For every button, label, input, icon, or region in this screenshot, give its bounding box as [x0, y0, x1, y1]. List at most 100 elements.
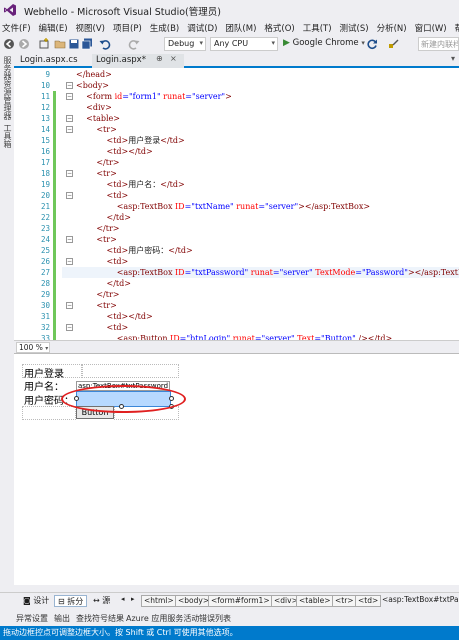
pin-icon[interactable]: ⊕ — [156, 54, 163, 63]
tab-overflow-chevron-icon[interactable]: ▾ — [451, 54, 455, 63]
code-line[interactable]: 22 </td> — [14, 212, 459, 223]
save-icon[interactable] — [68, 38, 80, 50]
breadcrumb-textbox[interactable]: <asp:TextBox#txtPas — [380, 595, 459, 607]
split-view-button[interactable]: ⊟ 拆分 — [54, 595, 88, 607]
menu-format[interactable]: 格式(O) — [260, 20, 298, 36]
breadcrumb-form[interactable]: <form#form1> — [208, 595, 273, 607]
refresh-icon[interactable] — [366, 38, 378, 50]
menu-tools[interactable]: 工具(T) — [299, 20, 336, 36]
zoom-level-dropdown[interactable]: 100 % ▾ — [16, 342, 50, 353]
code-line[interactable]: 30 − <tr> — [14, 300, 459, 311]
change-marker — [53, 333, 56, 340]
source-view-button[interactable]: ↔ 源 — [90, 595, 113, 607]
code-line[interactable]: 16 <td></td> — [14, 146, 459, 157]
code-line[interactable]: 10 − <body> — [14, 80, 459, 91]
menu-build[interactable]: 生成(B) — [146, 20, 183, 36]
menu-help[interactable]: 帮 — [451, 20, 459, 36]
left-tool-strip: 服务器资源管理器 工具箱 — [0, 52, 14, 612]
code-line[interactable]: 26 − <td> — [14, 256, 459, 267]
design-view-button[interactable]: ◙ 设计 — [20, 595, 52, 607]
code-line[interactable]: 27 <asp:TextBox ID="txtPassword" runat="… — [14, 267, 459, 278]
crumb-back-icon[interactable]: ◂ — [118, 595, 128, 607]
new-project-icon[interactable] — [38, 38, 50, 50]
fold-toggle-icon[interactable]: − — [66, 126, 73, 133]
menu-test[interactable]: 测试(S) — [336, 20, 373, 36]
code-line[interactable]: 12 <div> — [14, 102, 459, 113]
fold-toggle-icon[interactable]: − — [66, 192, 73, 199]
code-line[interactable]: 11− <form id="form1" runat="server"> — [14, 91, 459, 102]
crumb-forward-icon[interactable]: ▸ — [128, 595, 138, 607]
line-number: 11 — [40, 92, 50, 101]
breadcrumb-td[interactable]: <td> — [355, 595, 382, 607]
fold-toggle-icon[interactable]: − — [66, 170, 73, 177]
undo-icon[interactable] — [99, 38, 111, 50]
code-line[interactable]: 23 </tr> — [14, 223, 459, 234]
menu-team[interactable]: 团队(M) — [221, 20, 260, 36]
save-all-icon[interactable] — [81, 38, 93, 50]
solution-configuration-dropdown[interactable]: Debug ▾ — [164, 37, 206, 51]
code-line[interactable]: 29 </tr> — [14, 289, 459, 300]
code-line[interactable]: 21 <asp:TextBox ID="txtName" runat="serv… — [14, 201, 459, 212]
code-line[interactable]: 32 − <td> — [14, 322, 459, 333]
breadcrumb-tr[interactable]: <tr> — [332, 595, 357, 607]
code-line[interactable]: 19 <td>用户名：</td> — [14, 179, 459, 190]
tab-exception-settings[interactable]: 异常设置 — [16, 613, 48, 624]
code-line[interactable]: 33 <asp:Button ID="btnLogin" runat="serv… — [14, 333, 459, 340]
code-line[interactable]: 25 <td>用户密码：</td> — [14, 245, 459, 256]
start-debugging-button[interactable]: ▶ Google Chrome ▾ — [283, 37, 365, 51]
forward-icon[interactable] — [18, 38, 30, 50]
code-line[interactable]: 17 </tr> — [14, 157, 459, 168]
toolbox-tab[interactable]: 工具箱 — [2, 124, 12, 148]
tab-output[interactable]: 输出 — [54, 613, 70, 624]
menu-edit[interactable]: 编辑(E) — [35, 20, 72, 36]
breadcrumb-table[interactable]: <table> — [296, 595, 334, 607]
code-token: </tr> — [96, 158, 120, 167]
change-marker — [53, 256, 56, 267]
tab-find-symbol-results[interactable]: 查找符号结果 — [76, 613, 124, 624]
menu-project[interactable]: 项目(P) — [109, 20, 146, 36]
code-token: = — [185, 92, 192, 101]
code-token: runat — [233, 202, 259, 211]
fold-toggle-icon[interactable]: − — [66, 302, 73, 309]
fold-toggle-icon[interactable]: − — [66, 115, 73, 122]
tab-login-aspx-cs[interactable]: Login.aspx.cs — [16, 54, 82, 68]
menu-view[interactable]: 视图(V) — [72, 20, 109, 36]
breadcrumb-body[interactable]: <body> — [175, 595, 213, 607]
menu-file[interactable]: 文件(F) — [0, 20, 35, 36]
code-line[interactable]: 13 − <table> — [14, 113, 459, 124]
menu-analyze[interactable]: 分析(N) — [373, 20, 411, 36]
menu-window[interactable]: 窗口(W) — [411, 20, 451, 36]
breadcrumb-html[interactable]: <html> — [141, 595, 177, 607]
quick-launch-input[interactable]: 新建内联样 — [418, 37, 459, 51]
tab-login-aspx[interactable]: Login.aspx* ⊕ × — [92, 54, 184, 68]
tab-error-list[interactable]: 错误列表 — [199, 613, 231, 624]
server-explorer-tab[interactable]: 服务器资源管理器 — [2, 56, 12, 120]
code-line[interactable]: 28 </td> — [14, 278, 459, 289]
code-line[interactable]: 18 − <tr> — [14, 168, 459, 179]
design-surface[interactable]: 用户登录 用户名： 用户密码： asp:TextBox#txtPassword … — [14, 353, 459, 585]
code-line[interactable]: 14 − <tr> — [14, 124, 459, 135]
code-line[interactable]: 24 − <tr> — [14, 234, 459, 245]
code-line[interactable]: 15 <td>用户登录</td> — [14, 135, 459, 146]
menu-debug[interactable]: 调试(D) — [183, 20, 221, 36]
code-line[interactable]: 9 </head> — [14, 69, 459, 80]
redo-icon[interactable] — [128, 38, 140, 50]
open-file-icon[interactable] — [54, 38, 66, 50]
red-highlight-annotation — [61, 385, 186, 413]
tab-azure-app-service[interactable]: Azure 应用服务活动 — [126, 613, 199, 624]
close-icon[interactable]: × — [170, 54, 177, 63]
line-number: 20 — [40, 191, 50, 200]
source-code-editor[interactable]: 9 </head> 10− <body> 11− <form id="form1" ru… — [14, 68, 459, 340]
change-marker — [53, 102, 56, 113]
fold-toggle-icon[interactable]: − — [66, 258, 73, 265]
fold-toggle-icon[interactable]: − — [66, 82, 73, 89]
fold-toggle-icon[interactable]: − — [66, 93, 73, 100]
code-token: "txtName" — [191, 202, 234, 211]
solution-platform-dropdown[interactable]: Any CPU ▾ — [210, 37, 278, 51]
fold-toggle-icon[interactable]: − — [66, 236, 73, 243]
browser-link-icon[interactable] — [388, 38, 400, 50]
fold-toggle-icon[interactable]: − — [66, 324, 73, 331]
back-icon[interactable] — [3, 38, 15, 50]
code-line[interactable]: 20 − <td> — [14, 190, 459, 201]
code-line[interactable]: 31 <td></td> — [14, 311, 459, 322]
